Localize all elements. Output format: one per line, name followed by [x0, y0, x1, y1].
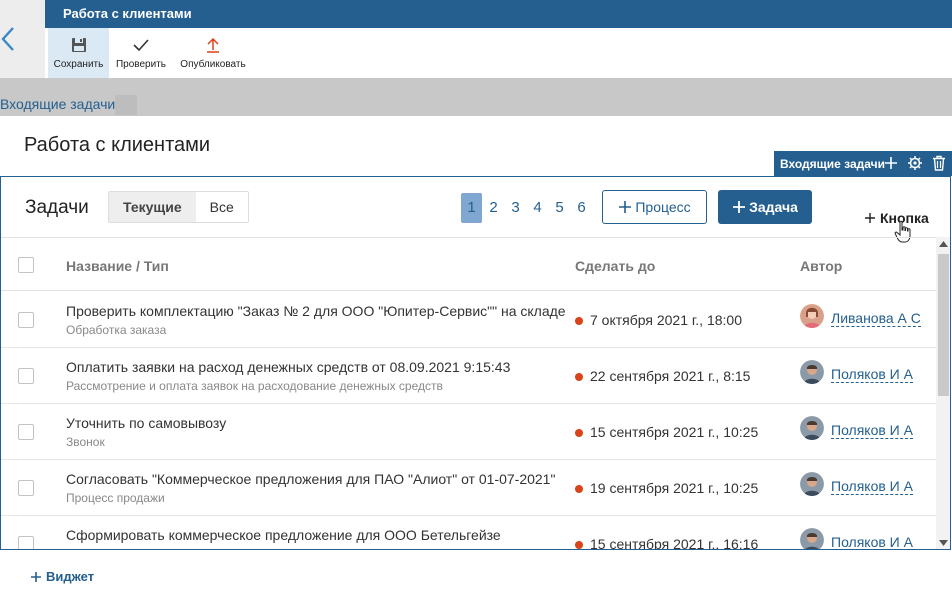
task-name[interactable]: Проверить комплектацию "Заказ № 2 для ОО… [66, 303, 566, 319]
scroll-down-icon[interactable] [939, 540, 948, 546]
task-due: 15 сентября 2021 г., 16:16 [590, 536, 759, 550]
add-task-label: Задача [749, 199, 798, 215]
task-author[interactable]: Поляков И А [831, 366, 913, 383]
breadcrumb[interactable]: Входящие задачи [0, 95, 138, 115]
tasks-widget: Задачи Текущие Все 1 2 3 4 5 6 Процесс З… [0, 176, 951, 550]
check-label: Проверить [115, 58, 166, 70]
widget-title: Задачи [25, 197, 89, 218]
add-task-button[interactable]: Задача [718, 190, 812, 224]
back-button[interactable] [0, 0, 45, 78]
avatar [800, 360, 824, 384]
pagination: 1 2 3 4 5 6 [461, 193, 593, 223]
table-row[interactable]: Уточнить по самовывозу Звонок 15 сентябр… [1, 404, 936, 460]
scrollbar[interactable] [936, 237, 950, 549]
row-checkbox[interactable] [18, 536, 34, 549]
page-1[interactable]: 1 [461, 193, 482, 223]
page-3[interactable]: 3 [505, 193, 526, 223]
task-name[interactable]: Сформировать коммерческое предложение дл… [66, 527, 501, 543]
task-name[interactable]: Согласовать "Коммерческое предложения дл… [66, 471, 555, 487]
save-label: Сохранить [53, 58, 104, 70]
filter-all[interactable]: Все [196, 192, 248, 222]
scroll-up-icon[interactable] [939, 241, 948, 247]
task-name[interactable]: Оплатить заявки на расход денежных средс… [66, 359, 510, 375]
add-process-label: Процесс [635, 199, 691, 215]
avatar [800, 304, 824, 328]
overdue-dot-icon [575, 429, 583, 437]
avatar [800, 528, 824, 549]
table-row[interactable]: Оплатить заявки на расход денежных средс… [1, 348, 936, 404]
task-due: 22 сентября 2021 г., 8:15 [590, 368, 751, 384]
plus-icon[interactable] [883, 155, 899, 171]
task-type: Процесс продажи [66, 547, 165, 549]
check-button[interactable]: Проверить [112, 28, 170, 78]
trash-icon[interactable] [931, 155, 947, 171]
task-author[interactable]: Поляков И А [831, 478, 913, 495]
page-4[interactable]: 4 [527, 193, 548, 223]
row-checkbox[interactable] [18, 480, 34, 496]
task-author[interactable]: Ливанова А С [831, 310, 921, 327]
avatar [800, 472, 824, 496]
widget-tag: Входящие задачи [774, 151, 952, 176]
overdue-dot-icon [575, 373, 583, 381]
task-author[interactable]: Поляков И А [831, 422, 913, 439]
table-row[interactable]: Согласовать "Коммерческое предложения дл… [1, 460, 936, 516]
col-due[interactable]: Сделать до [575, 258, 655, 274]
task-name[interactable]: Уточнить по самовывозу [66, 415, 226, 431]
scroll-thumb[interactable] [938, 254, 949, 396]
add-widget-label: Виджет [46, 569, 95, 584]
chevron-left-icon [1, 27, 14, 51]
publish-button[interactable]: Опубликовать [178, 28, 248, 78]
col-name[interactable]: Название / Тип [66, 258, 169, 274]
overdue-dot-icon [575, 485, 583, 493]
table-row[interactable]: Сформировать коммерческое предложение дл… [1, 516, 936, 550]
add-process-button[interactable]: Процесс [602, 190, 707, 224]
page-title: Работа с клиентами [24, 134, 211, 156]
table-header: Название / Тип Сделать до Автор [1, 237, 936, 291]
task-type: Обработка заказа [66, 323, 167, 337]
task-type: Звонок [66, 435, 105, 449]
page-5[interactable]: 5 [549, 193, 570, 223]
task-due: 7 октября 2021 г., 18:00 [590, 312, 742, 328]
plus-icon [733, 201, 746, 213]
page-2[interactable]: 2 [483, 193, 504, 223]
breadcrumb-bar: Входящие задачи [0, 78, 952, 116]
overdue-dot-icon [575, 541, 583, 549]
row-checkbox[interactable] [18, 424, 34, 440]
table-row[interactable]: Проверить комплектацию "Заказ № 2 для ОО… [1, 292, 936, 348]
task-type: Рассмотрение и оплата заявок на расходов… [66, 379, 443, 393]
filter-toggle: Текущие Все [108, 191, 249, 223]
plus-icon [865, 213, 875, 223]
overdue-dot-icon [575, 317, 583, 325]
plus-icon [31, 571, 41, 582]
gear-icon[interactable] [907, 155, 923, 171]
select-all-checkbox[interactable] [18, 257, 34, 273]
task-due: 15 сентября 2021 г., 10:25 [590, 424, 759, 440]
save-icon [71, 37, 86, 52]
row-checkbox[interactable] [18, 312, 34, 328]
col-author[interactable]: Автор [800, 258, 842, 274]
publish-label: Опубликовать [180, 58, 246, 70]
widget-tag-label: Входящие задачи [780, 156, 885, 171]
task-author[interactable]: Поляков И А [831, 534, 913, 549]
toolbar: Сохранить Проверить Опубликовать [45, 28, 952, 78]
task-due: 19 сентября 2021 г., 10:25 [590, 480, 759, 496]
task-type: Процесс продажи [66, 491, 165, 505]
avatar [800, 416, 824, 440]
row-checkbox[interactable] [18, 368, 34, 384]
upload-icon [207, 37, 219, 53]
save-button[interactable]: Сохранить [48, 28, 109, 78]
add-widget-button[interactable]: Виджет [30, 569, 94, 584]
checkmark-icon [133, 38, 149, 51]
window-title: Работа с клиентами [45, 0, 952, 28]
filter-current[interactable]: Текущие [109, 192, 196, 222]
plus-icon [619, 201, 632, 213]
page-6[interactable]: 6 [571, 193, 592, 223]
